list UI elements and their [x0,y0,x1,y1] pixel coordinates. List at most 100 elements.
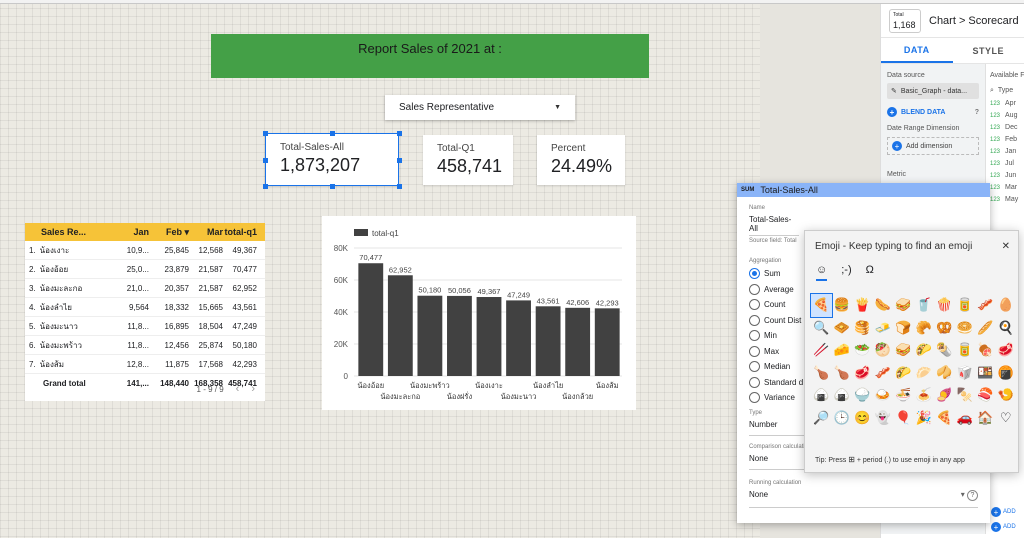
emoji-cell[interactable]: 🥓 [873,362,894,385]
emoji-cell[interactable]: 🍛 [873,384,894,407]
bar[interactable] [387,275,413,376]
emoji-cell[interactable]: 🥠 [934,362,955,385]
emoji-cell[interactable]: 🍙 [811,384,832,407]
emoji-cell[interactable]: 🍿 [934,294,955,317]
bar[interactable] [565,307,591,376]
bar[interactable] [447,295,472,376]
emoji-cell[interactable]: 🍟 [852,294,873,317]
table-row[interactable]: 5. น้องมะนาว 11,8... 16,895 18,504 47,249 [25,317,265,336]
emoji-cell[interactable]: 🚗 [955,407,976,430]
emoji-cell[interactable]: 🥯 [955,317,976,340]
emoji-cell[interactable]: 🍔 [832,294,853,317]
sales-table[interactable]: Sales Re... Jan Feb ▾ Mar total-q1 1. น้อ… [25,223,265,401]
table-row[interactable]: 6. น้องมะพร้าว 11,8... 12,456 25,874 50,180 [25,336,265,355]
resize-handle[interactable] [263,131,268,136]
running-select[interactable]: None ▾ ? [749,486,978,508]
emoji-cell[interactable]: 🌮 [914,339,935,362]
field-search-input[interactable]: Type [998,87,1013,95]
emoji-cell[interactable]: 🥙 [873,339,894,362]
emoji-cell[interactable]: 🍤 [996,384,1017,407]
field-item[interactable]: 123 Mar [990,184,1020,191]
emoji-cell[interactable]: 🥤 [914,294,935,317]
col-header-total-q1[interactable]: total-q1 [223,227,261,237]
emoji-cell[interactable]: 🥖 [975,317,996,340]
chart-type-breadcrumb[interactable]: Chart > Scorecard [929,15,1019,27]
emoji-cell[interactable]: 🔎 [811,407,832,430]
col-header-mar[interactable]: Mar [189,227,223,237]
emoji-cell[interactable]: 🍝 [914,384,935,407]
emoji-cell[interactable]: 🥞 [852,317,873,340]
report-title-banner[interactable]: Report Sales of 2021 at : [211,34,649,78]
help-icon[interactable]: ? [975,109,979,116]
emoji-cell[interactable]: 🍣 [975,384,996,407]
emoji-cell[interactable]: 🥗 [852,339,873,362]
field-item[interactable]: 123 May [990,196,1020,203]
emoji-cell[interactable]: 🥫 [955,294,976,317]
tab-symbols[interactable]: Ω [866,264,874,281]
add-field-button[interactable]: + ADD [991,507,1016,517]
emoji-cell[interactable]: 🕒 [832,407,853,430]
col-header-sales-rep[interactable]: Sales Re... [25,227,117,237]
table-row[interactable]: 7. น้องส้ม 12,8... 11,875 17,568 42,293 [25,355,265,374]
pencil-icon[interactable]: ✎ [891,87,897,95]
bar[interactable] [594,308,620,376]
close-icon[interactable]: ✕ [1002,241,1010,252]
tab-style[interactable]: STYLE [953,38,1024,63]
radio-icon[interactable] [749,268,760,280]
chart-thumbnail[interactable]: Total 1,168 [889,8,921,33]
radio-icon[interactable] [749,361,760,373]
emoji-cell[interactable]: 🍠 [934,384,955,407]
scorecard-percent[interactable]: Percent 24.49% [537,135,625,185]
emoji-cell[interactable]: 🍚 [852,384,873,407]
bar[interactable] [476,297,502,376]
emoji-cell[interactable]: 🥟 [914,362,935,385]
emoji-cell[interactable]: 🍱 [975,362,996,385]
emoji-cell[interactable]: 🍘 [996,362,1017,385]
bar[interactable] [358,263,384,376]
table-row[interactable]: 2. น้องอ้อย 25,0... 23,879 21,587 70,477 [25,260,265,279]
comparison-select[interactable]: None [749,450,804,470]
resize-handle[interactable] [397,158,402,163]
emoji-cell[interactable]: 🍖 [975,339,996,362]
emoji-cell[interactable]: 🌮 [893,362,914,385]
table-row[interactable]: 4. น้องลำไย 9,564 18,332 15,665 43,561 [25,298,265,317]
radio-icon[interactable] [749,392,760,404]
emoji-cell[interactable]: 🥡 [955,362,976,385]
emoji-cell[interactable]: 🌭 [873,294,894,317]
emoji-cell[interactable]: 🧇 [832,317,853,340]
radio-icon[interactable] [749,345,760,357]
emoji-cell[interactable]: 🧈 [873,317,894,340]
emoji-cell[interactable]: 🥫 [955,339,976,362]
tab-data[interactable]: DATA [881,38,953,63]
emoji-cell[interactable]: 🎈 [893,407,914,430]
emoji-cell[interactable]: 🍢 [955,384,976,407]
field-item[interactable]: 123 Aug [990,112,1020,119]
field-item[interactable]: 123 Jul [990,160,1020,167]
emoji-cell[interactable]: 🏠 [975,407,996,430]
resize-handle[interactable] [330,184,335,189]
emoji-cell[interactable]: 🍙 [832,384,853,407]
chevron-right-icon[interactable]: › [251,383,255,395]
field-item[interactable]: 123 Feb [990,136,1020,143]
data-source-chip[interactable]: ✎ Basic_Graph - data... [887,83,979,99]
resize-handle[interactable] [263,158,268,163]
resize-handle[interactable] [397,184,402,189]
emoji-cell[interactable]: 🔍 [811,317,832,340]
emoji-cell[interactable]: 🥐 [914,317,935,340]
field-item[interactable]: 123 Jan [990,148,1020,155]
table-row[interactable]: 1. น้องเงาะ 10,9... 25,845 12,568 49,367 [25,241,265,260]
bar[interactable] [506,300,531,376]
bar[interactable] [417,295,443,376]
field-item[interactable]: 123 Jun [990,172,1020,179]
emoji-cell[interactable]: 🥩 [996,339,1017,362]
table-row[interactable]: 3. น้องมะละกอ 21,0... 20,357 21,587 62,952 [25,279,265,298]
type-select[interactable]: Number [749,416,804,436]
tab-emoji[interactable]: ☺ [816,264,828,281]
radio-icon[interactable] [749,283,760,295]
chevron-left-icon[interactable]: ‹ [236,383,240,395]
emoji-cell[interactable]: 👻 [873,407,894,430]
resize-handle[interactable] [330,131,335,136]
emoji-cell[interactable]: ♡ [996,407,1017,430]
tab-kaomoji[interactable]: ;-) [841,264,851,281]
add-dimension-button[interactable]: + Add dimension [887,137,979,155]
